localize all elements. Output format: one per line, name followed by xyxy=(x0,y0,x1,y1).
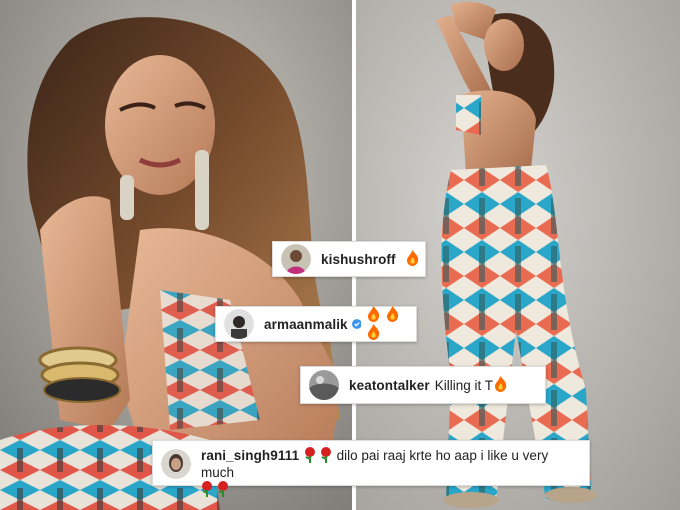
comment-card: kishushroff xyxy=(272,241,426,277)
fire-emoji-icon xyxy=(405,250,419,268)
comment-card: armaanmalik xyxy=(215,306,417,342)
avatar[interactable] xyxy=(161,449,191,479)
fire-emoji-icon xyxy=(493,376,507,394)
rose-emoji-icon xyxy=(304,447,337,464)
comment-username[interactable]: kishushroff xyxy=(321,252,396,267)
comment-text: Killing it T xyxy=(434,377,494,393)
avatar[interactable] xyxy=(281,244,311,274)
comment-username[interactable]: armaanmalik xyxy=(264,317,348,332)
comment-card: rani_singh9111 dilo pai raaj krte ho aap… xyxy=(152,440,590,497)
comment-username[interactable]: keatontalker xyxy=(349,378,430,393)
rose-emoji-icon xyxy=(201,481,229,498)
verified-badge-icon xyxy=(351,319,362,329)
avatar[interactable] xyxy=(224,309,254,339)
avatar[interactable] xyxy=(309,370,339,400)
fire-emoji-icon xyxy=(366,306,408,342)
comment-username[interactable]: rani_singh9111 xyxy=(201,448,299,463)
comment-card: keatontalker Killing it T xyxy=(300,366,546,404)
